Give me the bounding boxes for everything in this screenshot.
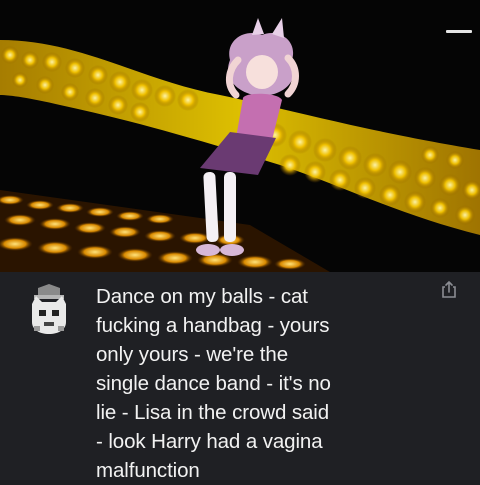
dance-floor — [0, 190, 330, 272]
comment-panel: Dance on my balls - cat fucking a handba… — [0, 272, 480, 482]
cat-avatar-icon[interactable] — [24, 282, 74, 336]
comment-text: Dance on my balls - cat fucking a handba… — [96, 285, 331, 482]
video-frame — [0, 18, 480, 272]
minimize-icon[interactable] — [446, 30, 472, 33]
video-player[interactable] — [0, 0, 480, 272]
share-icon[interactable] — [440, 280, 458, 300]
